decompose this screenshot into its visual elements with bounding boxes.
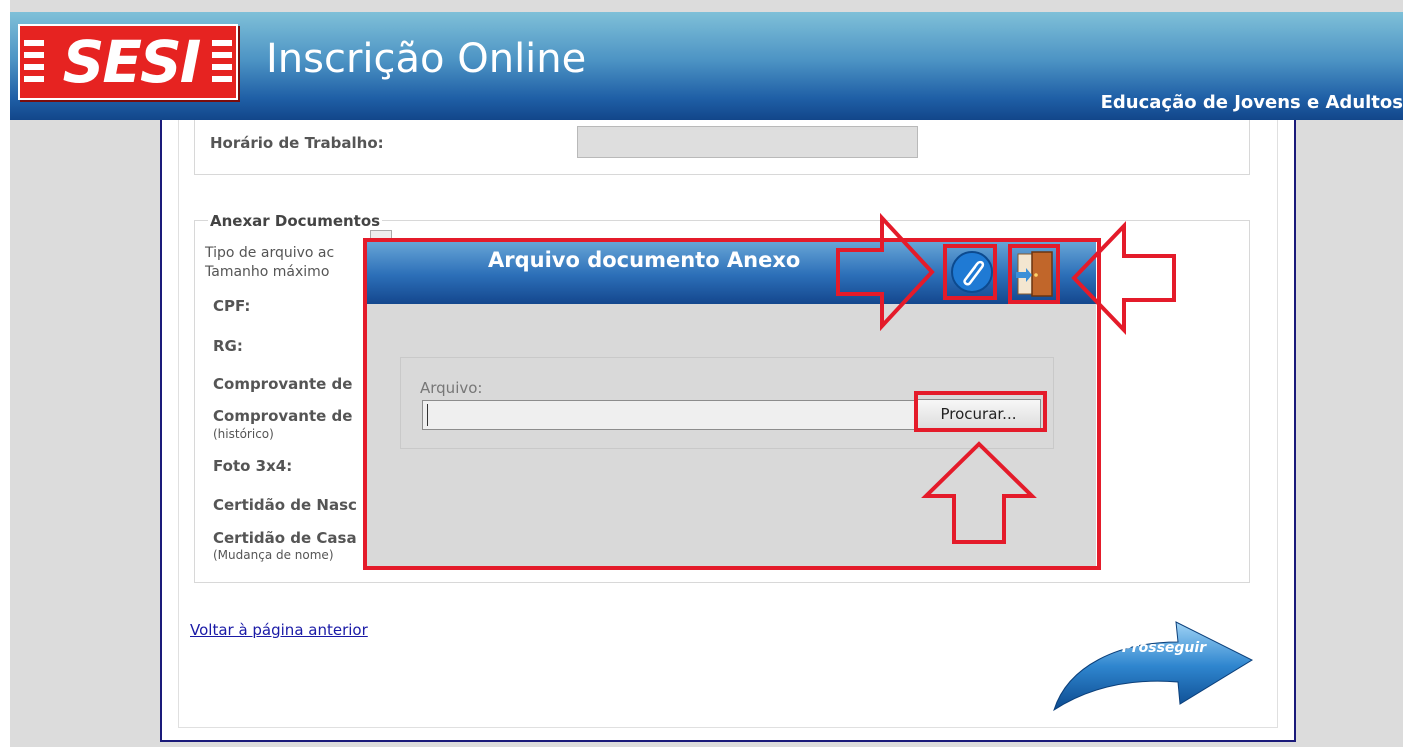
work-hours-input[interactable]: [577, 126, 918, 158]
foto-label: Foto 3x4:: [213, 457, 293, 475]
exit-highlight-box: [1008, 244, 1060, 304]
logo-stripes-left: [24, 40, 44, 88]
work-hours-label: Horário de Trabalho:: [210, 134, 384, 152]
attach-highlight-box: [943, 244, 997, 300]
sesi-logo: SESI: [18, 24, 238, 100]
documents-legend: Anexar Documentos: [208, 212, 383, 230]
historico-note: (histórico): [213, 427, 274, 441]
logo-stripes-right: [212, 40, 232, 88]
certidao-casamento-label: Certidão de Casa: [213, 529, 357, 547]
certidao-nascimento-label: Certidão de Nasc: [213, 496, 357, 514]
mudanca-nome-note: (Mudança de nome): [213, 548, 334, 562]
logo-text: SESI: [62, 28, 202, 96]
arrow-right-annotation: [836, 212, 935, 332]
file-type-text: Tipo de arquivo ac: [205, 245, 335, 261]
cpf-label: CPF:: [213, 297, 251, 315]
comprovante-residencia-label: Comprovante de: [213, 375, 353, 393]
comprovante-escolaridade-label: Comprovante de: [213, 407, 353, 425]
max-size-text: Tamanho máximo: [205, 264, 330, 280]
app-subtitle: Educação de Jovens e Adultos: [1100, 92, 1403, 113]
rg-label: RG:: [213, 337, 243, 355]
proceed-button[interactable]: Prosseguir: [1048, 616, 1254, 716]
arrow-up-annotation: [921, 441, 1037, 544]
app-title: Inscrição Online: [266, 36, 587, 82]
back-link[interactable]: Voltar à página anterior: [190, 621, 368, 639]
browse-highlight-box: [914, 391, 1047, 432]
arrow-left-annotation: [1071, 221, 1176, 335]
proceed-label: Prosseguir: [1122, 640, 1207, 656]
